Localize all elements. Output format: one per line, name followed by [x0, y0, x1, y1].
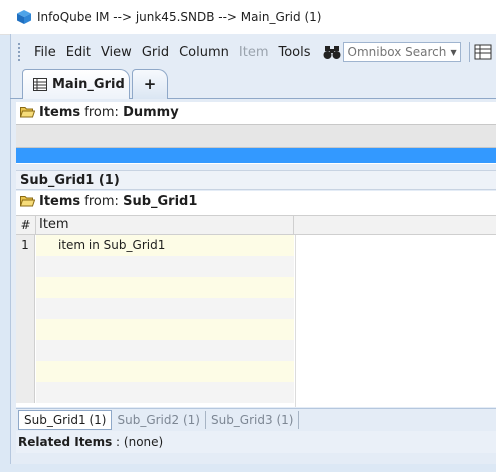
tab-main-grid-label: Main_Grid [52, 77, 125, 92]
selected-row[interactable] [16, 148, 496, 163]
items-label: Items [39, 193, 81, 209]
subgrid-pane: Items from: Sub_Grid1 # Item 1 item in S… [16, 191, 496, 407]
empty-row[interactable] [16, 361, 294, 382]
document-tabs: Main_Grid + [10, 66, 496, 100]
toolbar-grip[interactable] [18, 43, 24, 61]
row-number[interactable] [16, 382, 35, 403]
empty-row[interactable] [16, 298, 294, 319]
tab-sub-grid3[interactable]: Sub_Grid3 (1) [206, 411, 300, 429]
toolbar-separator [468, 42, 470, 62]
empty-row[interactable] [16, 319, 294, 340]
related-items-value: (none) [123, 435, 164, 449]
grid-empty-area [295, 235, 496, 407]
row-number[interactable] [16, 340, 35, 361]
grid-view-icon[interactable] [474, 44, 492, 60]
menu-item[interactable]: Item [239, 45, 269, 60]
app-cube-icon [17, 10, 31, 24]
main-grid-pane: Items from: Dummy [16, 102, 496, 164]
menu-edit[interactable]: Edit [66, 45, 91, 60]
menu-file[interactable]: File [34, 45, 56, 60]
window-title: InfoQube IM --> junk45.SNDB --> Main_Gri… [37, 10, 322, 24]
row-number[interactable] [16, 319, 35, 340]
tab-sub-grid2[interactable]: Sub_Grid2 (1) [112, 411, 206, 429]
from-label: from: [84, 193, 119, 209]
subgrid-items-source: Items from: Sub_Grid1 [16, 191, 496, 211]
tab-main-grid[interactable]: Main_Grid [22, 69, 130, 99]
from-label: from: [84, 104, 119, 120]
subgrid-title: Sub_Grid1 (1) [16, 170, 496, 190]
item-cell[interactable] [36, 319, 294, 340]
menu-view[interactable]: View [101, 45, 132, 60]
main-items-source: Items from: Dummy [16, 102, 496, 122]
column-header-num[interactable]: # [16, 216, 36, 234]
app-window: InfoQube IM --> junk45.SNDB --> Main_Gri… [0, 0, 496, 472]
item-cell[interactable] [36, 361, 294, 382]
menu-bar: File Edit View Grid Column Item Tools ▼ [10, 38, 496, 66]
empty-row[interactable] [16, 340, 294, 361]
related-items-bar: Related Items : (none) [16, 431, 496, 453]
empty-row[interactable] [16, 256, 294, 277]
menu-column[interactable]: Column [179, 45, 229, 60]
table-rows: 1 item in Sub_Grid1 [16, 235, 294, 403]
row-number[interactable] [16, 361, 35, 382]
items-label: Items [39, 104, 81, 120]
related-items-sep: : [116, 435, 121, 449]
omnibox-input[interactable] [343, 44, 448, 60]
folder-open-icon [20, 107, 35, 118]
table-header: # Item [16, 215, 496, 235]
chevron-down-icon[interactable]: ▼ [448, 48, 460, 57]
add-tab-button[interactable]: + [132, 69, 168, 99]
item-cell[interactable]: item in Sub_Grid1 [36, 235, 294, 256]
tab-sub-grid1[interactable]: Sub_Grid1 (1) [18, 410, 113, 430]
main-grid-header [16, 124, 496, 148]
grid-icon [33, 78, 47, 91]
item-cell[interactable] [36, 277, 294, 298]
menu-grid[interactable]: Grid [142, 45, 169, 60]
binoculars-icon[interactable] [323, 44, 341, 60]
title-bar: InfoQube IM --> junk45.SNDB --> Main_Gri… [0, 0, 496, 35]
item-cell[interactable] [36, 382, 294, 403]
row-number[interactable]: 1 [16, 235, 35, 256]
folder-open-icon [20, 196, 35, 207]
table-row[interactable]: 1 item in Sub_Grid1 [16, 235, 294, 256]
row-number[interactable] [16, 298, 35, 319]
related-items-label: Related Items [18, 435, 113, 449]
row-number[interactable] [16, 256, 35, 277]
menu-tools[interactable]: Tools [279, 45, 311, 60]
subgrid-tabs: Sub_Grid1 (1) Sub_Grid2 (1) Sub_Grid3 (1… [16, 408, 496, 431]
column-header-item[interactable]: Item [36, 216, 294, 234]
item-cell[interactable] [36, 256, 294, 277]
empty-row[interactable] [16, 382, 294, 403]
omnibox-search[interactable]: ▼ [342, 42, 461, 62]
subgrid-table: # Item 1 item in Sub_Grid1 [16, 215, 496, 407]
row-number[interactable] [16, 277, 35, 298]
source-name[interactable]: Dummy [123, 105, 179, 120]
source-name[interactable]: Sub_Grid1 [123, 194, 197, 209]
empty-row[interactable] [16, 277, 294, 298]
item-cell[interactable] [36, 340, 294, 361]
item-cell[interactable] [36, 298, 294, 319]
